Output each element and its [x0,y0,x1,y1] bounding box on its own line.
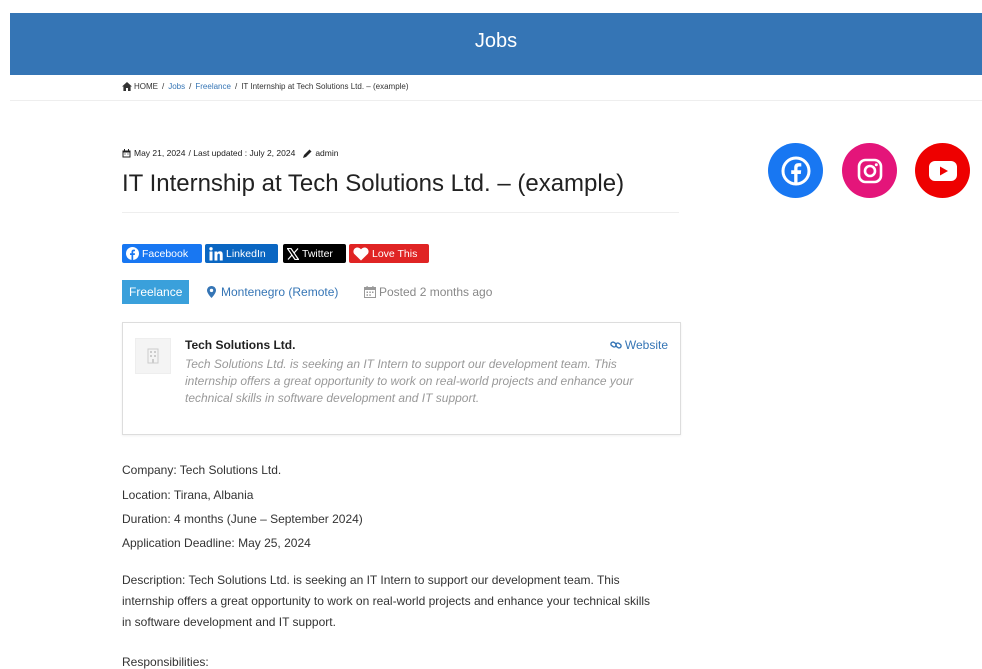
calendar-icon [364,286,376,298]
company-website-label: Website [624,338,668,352]
job-posted-text: Posted 2 months ago [379,285,493,299]
breadcrumb-separator: / [189,82,192,91]
share-linkedin-button[interactable]: LinkedIn [205,244,278,263]
site-header: Jobs [10,13,982,75]
linkedin-icon [209,246,223,260]
share-twitter-button[interactable]: Twitter [283,244,346,263]
company-logo [135,338,171,374]
job-posted: Posted 2 months ago [364,285,492,299]
calendar-icon [122,148,131,157]
detail-duration: Duration: 4 months (June – September 202… [122,512,363,526]
breadcrumb-bar: HOME / Jobs / Freelance / IT Internship … [10,75,982,101]
social-instagram-link[interactable] [842,143,897,198]
love-this-label: Love This [372,247,418,260]
post-date: May 21, 2024 [134,148,186,158]
job-location-text: Montenegro (Remote) [221,285,339,299]
breadcrumb-jobs[interactable]: Jobs [168,82,185,91]
share-twitter-label: Twitter [302,247,333,260]
breadcrumb: HOME / Jobs / Freelance / IT Internship … [122,82,409,91]
company-website-link[interactable]: Website [610,338,668,352]
social-facebook-link[interactable] [768,143,823,198]
x-twitter-icon [287,247,299,260]
job-description: Description: Tech Solutions Ltd. is seek… [122,573,651,629]
post-last-updated: / Last updated : July 2, 2024 [188,148,296,158]
share-linkedin-label: LinkedIn [226,247,266,260]
breadcrumb-separator: / [162,82,165,91]
breadcrumb-freelance[interactable]: Freelance [195,82,231,91]
map-pin-icon [207,286,216,298]
job-type-badge[interactable]: Freelance [122,280,190,304]
facebook-icon [781,156,810,185]
post-author[interactable]: admin [315,148,338,158]
post-meta: May 21, 2024 / Last updated : July 2, 20… [122,148,338,158]
facebook-icon [126,247,139,260]
header-title: Jobs [474,30,518,52]
title-divider [122,212,679,213]
job-location: Montenegro (Remote) [207,285,338,299]
heart-icon [353,247,369,260]
detail-company: Company: Tech Solutions Ltd. [122,463,282,477]
detail-deadline: Application Deadline: May 25, 2024 [122,536,311,550]
link-icon [610,341,622,349]
breadcrumb-current: IT Internship at Tech Solutions Ltd. – (… [241,82,409,91]
building-icon [147,348,159,364]
social-youtube-link[interactable] [915,143,970,198]
share-facebook-label: Facebook [142,247,189,260]
company-description: Tech Solutions Ltd. is seeking an IT Int… [185,357,634,405]
youtube-icon [928,160,957,181]
company-name: Tech Solutions Ltd. [185,338,296,352]
home-icon [122,82,132,91]
pencil-icon [303,149,312,158]
love-this-button[interactable]: Love This [349,244,429,263]
breadcrumb-separator: / [234,82,238,91]
page-title: IT Internship at Tech Solutions Ltd. – (… [122,170,625,197]
company-card: Tech Solutions Ltd. Website Tech Solutio… [122,322,681,435]
detail-location: Location: Tirana, Albania [122,488,254,502]
share-facebook-button[interactable]: Facebook [122,244,202,263]
instagram-icon [857,158,882,183]
breadcrumb-home[interactable]: HOME [134,82,158,91]
